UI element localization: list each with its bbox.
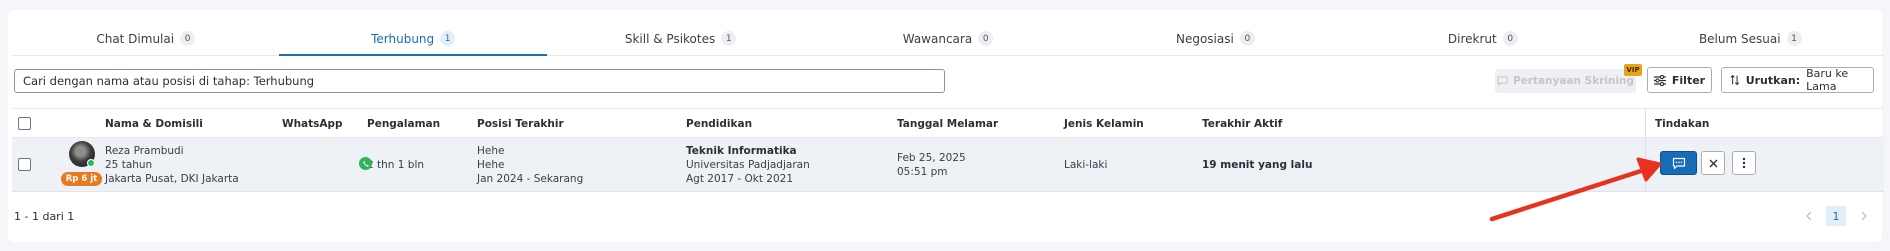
tab-label: Negosiasi	[1175, 31, 1234, 46]
vip-badge: VIP	[1624, 64, 1642, 76]
candidate-age: 25 tahun	[105, 159, 153, 171]
tab-label: Direkrut	[1447, 31, 1497, 46]
column-divider	[1645, 108, 1646, 192]
more-vertical-icon	[1742, 157, 1746, 169]
prev-page-button[interactable]	[1800, 206, 1818, 226]
table-row[interactable]: Reza Prambudi 25 tahun Jakarta Pusat, DK…	[12, 138, 1884, 192]
tab-negosiasi[interactable]: Negosiasi 0	[1082, 22, 1349, 55]
header-experience: Pengalaman	[367, 118, 441, 130]
tab-belum-sesuai[interactable]: Belum Sesuai 1	[1617, 22, 1884, 55]
stage-tabs: Chat Dimulai 0 Terhubung 1 Skill & Psiko…	[12, 22, 1884, 56]
experience-cell: 2 thn 1 bln	[367, 142, 424, 188]
tab-count-badge: 0	[978, 31, 994, 46]
header-actions: Tindakan	[1655, 118, 1710, 130]
gender-cell: Laki-laki	[1064, 142, 1107, 188]
tab-label: Wawancara	[902, 31, 973, 46]
sliders-icon	[1653, 74, 1666, 86]
tab-count-badge: 0	[180, 31, 196, 46]
experience-value: 2 thn 1 bln	[367, 159, 425, 171]
applied-time: 05:51 pm	[897, 166, 948, 178]
sort-value: Baru ke Lama	[1806, 67, 1849, 93]
education-school: Universitas Padjadjaran	[686, 159, 810, 171]
tab-label: Skill & Psikotes	[624, 31, 716, 46]
last-active-value: 19 menit yang lalu	[1202, 159, 1313, 171]
screening-label: Pertanyaan Skrining	[1512, 75, 1635, 87]
chevron-right-icon	[1861, 211, 1867, 221]
online-status-dot	[87, 159, 95, 167]
close-icon	[1709, 159, 1717, 167]
more-options-button[interactable]	[1732, 151, 1756, 175]
chat-icon	[1672, 157, 1685, 169]
position-company: Hehe	[477, 159, 505, 171]
pagination-range: 1 - 1 dari 1	[14, 210, 75, 223]
filter-button[interactable]: Filter	[1647, 67, 1712, 93]
select-all-checkbox[interactable]	[18, 117, 31, 130]
header-applied-date: Tanggal Melamar	[897, 118, 999, 130]
reject-button[interactable]	[1701, 151, 1725, 175]
screening-questions-button[interactable]: Pertanyaan Skrining	[1495, 69, 1636, 93]
next-page-button[interactable]	[1855, 206, 1873, 226]
chevron-left-icon	[1806, 211, 1812, 221]
last-active-cell: 19 menit yang lalu	[1202, 142, 1312, 188]
header-last-position: Posisi Terakhir	[477, 118, 564, 130]
position-period: Jan 2024 - Sekarang	[477, 173, 584, 185]
tab-label: Terhubung	[371, 31, 435, 46]
tab-count-badge: 0	[1502, 31, 1518, 46]
header-gender: Jenis Kelamin	[1064, 118, 1144, 130]
tab-terhubung[interactable]: Terhubung 1	[279, 22, 548, 56]
education-period: Agt 2017 - Okt 2021	[686, 173, 794, 185]
applied-date-cell: Feb 25, 2025 05:51 pm	[897, 142, 966, 188]
tab-direkrut[interactable]: Direkrut 0	[1349, 22, 1616, 55]
chat-button[interactable]	[1660, 151, 1697, 175]
candidate-name[interactable]: Reza Prambudi	[105, 144, 239, 158]
education-major: Teknik Informatika	[686, 145, 797, 157]
tab-label: Belum Sesuai	[1698, 31, 1781, 46]
table-header: Nama & Domisili WhatsApp Pengalaman Posi…	[12, 108, 1884, 138]
tab-wawancara[interactable]: Wawancara 0	[814, 22, 1081, 55]
phone-icon	[362, 160, 369, 167]
row-checkbox[interactable]	[18, 158, 31, 171]
whatsapp-icon[interactable]	[359, 157, 372, 170]
search-input[interactable]: Cari dengan nama atau posisi di tahap: T…	[14, 69, 945, 93]
tab-chat-dimulai[interactable]: Chat Dimulai 0	[12, 22, 279, 55]
header-whatsapp: WhatsApp	[282, 118, 343, 130]
tab-count-badge: 1	[721, 31, 737, 46]
tab-count-badge: 1	[440, 31, 456, 46]
candidate-info[interactable]: Reza Prambudi 25 tahun Jakarta Pusat, DK…	[105, 142, 239, 188]
header-name: Nama & Domisili	[105, 118, 203, 130]
filter-label: Filter	[1671, 73, 1706, 87]
salary-badge: Rp 6 jt	[61, 172, 102, 186]
page-number-button[interactable]: 1	[1826, 206, 1846, 226]
gender-value: Laki-laki	[1064, 159, 1108, 171]
tab-count-badge: 1	[1786, 31, 1802, 46]
last-position-cell: Hehe Hehe Jan 2024 - Sekarang	[477, 142, 583, 188]
header-last-active: Terakhir Aktif	[1202, 118, 1283, 130]
position-title: Hehe	[477, 145, 505, 157]
search-input-text: Cari dengan nama atau posisi di tahap: T…	[23, 74, 315, 88]
education-cell: Teknik Informatika Universitas Padjadjar…	[686, 142, 810, 188]
tab-count-badge: 0	[1239, 31, 1255, 46]
chat-icon	[1497, 76, 1508, 86]
tab-skill-psikotes[interactable]: Skill & Psikotes 1	[547, 22, 814, 55]
sort-arrows-icon	[1730, 74, 1740, 86]
header-education: Pendidikan	[686, 118, 753, 130]
applied-date: Feb 25, 2025	[897, 152, 966, 164]
candidate-location: Jakarta Pusat, DKI Jakarta	[105, 173, 239, 185]
tab-label: Chat Dimulai	[96, 31, 175, 46]
sort-label: Urutkan:	[1745, 73, 1801, 87]
sort-button[interactable]: Urutkan: Baru ke Lama	[1721, 67, 1874, 93]
